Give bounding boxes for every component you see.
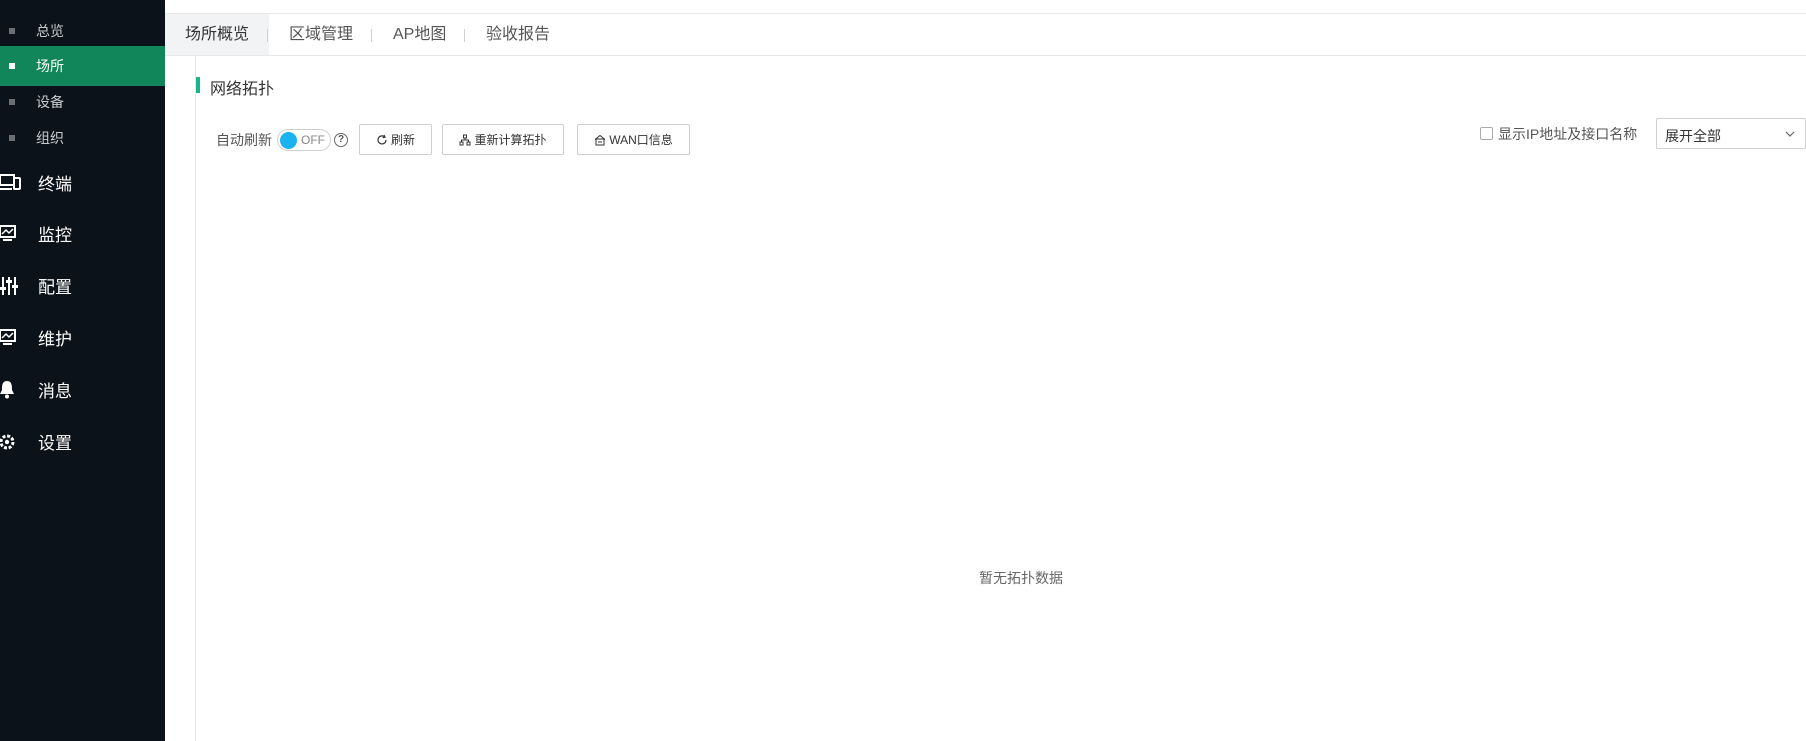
bullet-icon: [9, 28, 15, 34]
empty-state-text: 暂无拓扑数据: [979, 570, 1063, 586]
refresh-button[interactable]: 刷新: [359, 124, 432, 155]
wan-info-button[interactable]: WAN口信息: [577, 124, 690, 155]
expand-select-value: 展开全部: [1665, 128, 1721, 144]
tab-acceptance-report[interactable]: 验收报告: [486, 14, 550, 55]
recalculate-topology-label: 重新计算拓扑: [474, 133, 547, 147]
toggle-knob: [280, 132, 297, 149]
bullet-icon: [9, 135, 15, 141]
gear-icon: [0, 434, 15, 450]
help-icon[interactable]: ?: [334, 133, 348, 147]
show-ip-checkbox[interactable]: [1480, 127, 1493, 140]
sidebar-item-label: 维护: [38, 329, 72, 349]
sidebar-item-config[interactable]: 配置: [0, 263, 165, 307]
sidebar-item-monitor[interactable]: 监控: [0, 211, 165, 255]
sidebar: 总览 场所 设备 组织 终端 监控 配置 维护 消息 设置: [0, 0, 165, 741]
tab-separator: [371, 29, 372, 42]
sidebar-item-maintenance[interactable]: 维护: [0, 315, 165, 359]
sidebar-item-label: 组织: [36, 130, 64, 146]
sidebar-item-terminal[interactable]: 终端: [0, 160, 165, 204]
sidebar-item-label: 场所: [36, 58, 64, 74]
refresh-label: 刷新: [390, 133, 415, 147]
sidebar-item-label: 设备: [36, 94, 64, 110]
sidebar-item-sites[interactable]: 场所: [0, 46, 165, 86]
maintenance-icon: [0, 329, 16, 345]
home-icon: [594, 134, 606, 145]
wan-info-label: WAN口信息: [609, 133, 673, 147]
expand-select[interactable]: 展开全部: [1656, 118, 1806, 149]
topology-icon: [459, 134, 471, 145]
sidebar-item-devices[interactable]: 设备: [0, 82, 165, 122]
auto-refresh-toggle[interactable]: OFF: [277, 129, 331, 151]
terminal-icon: [0, 174, 21, 190]
tab-separator: [267, 29, 268, 42]
sidebar-item-organization[interactable]: 组织: [0, 118, 165, 158]
recalculate-topology-button[interactable]: 重新计算拓扑: [442, 124, 564, 155]
sidebar-item-label: 消息: [38, 381, 72, 401]
chevron-down-icon: [1785, 131, 1795, 137]
monitor-icon: [0, 225, 16, 241]
toggle-state-label: OFF: [301, 133, 325, 147]
tab-ap-map[interactable]: AP地图: [393, 14, 446, 55]
bullet-icon: [9, 63, 15, 69]
sidebar-item-label: 设置: [38, 433, 72, 453]
tab-bar: 场所概览 区域管理 AP地图 验收报告: [165, 14, 1806, 56]
content-divider: [195, 56, 196, 741]
bullet-icon: [9, 99, 15, 105]
refresh-icon: [377, 134, 387, 144]
sliders-icon: [0, 277, 18, 295]
show-ip-label: 显示IP地址及接口名称: [1498, 126, 1638, 142]
auto-refresh-label: 自动刷新: [216, 132, 272, 148]
sidebar-item-label: 终端: [38, 174, 72, 194]
sidebar-item-label: 总览: [36, 23, 64, 39]
tab-area-management[interactable]: 区域管理: [289, 14, 353, 55]
section-accent-bar: [196, 77, 200, 93]
tab-separator: [464, 29, 465, 42]
bell-icon: [0, 381, 14, 399]
sidebar-item-settings[interactable]: 设置: [0, 419, 165, 463]
sidebar-item-overview[interactable]: 总览: [0, 11, 165, 51]
tab-site-overview[interactable]: 场所概览: [165, 14, 270, 55]
sidebar-item-label: 配置: [38, 277, 72, 297]
section-title: 网络拓扑: [210, 81, 275, 98]
sidebar-item-messages[interactable]: 消息: [0, 367, 165, 411]
sidebar-item-label: 监控: [38, 225, 72, 245]
